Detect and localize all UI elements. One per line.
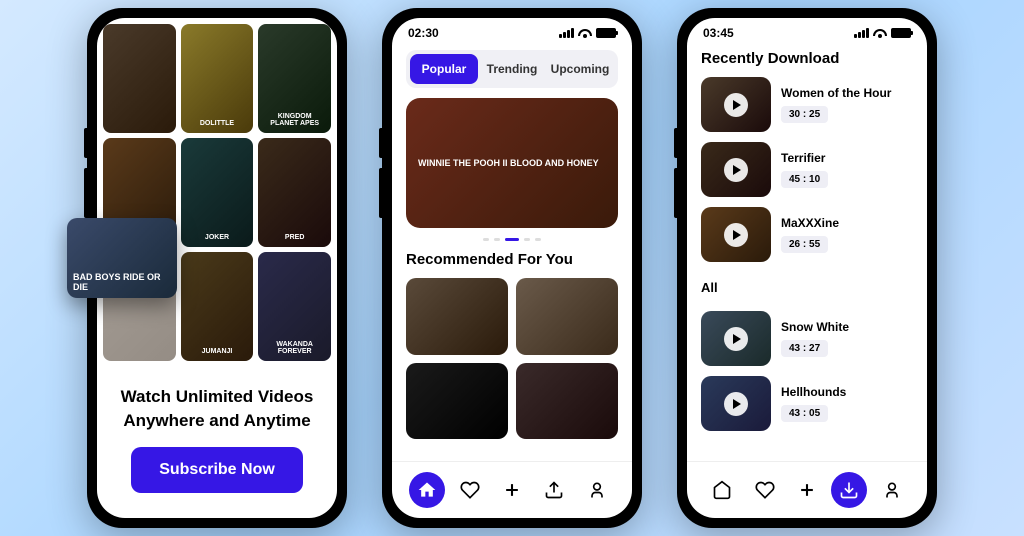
play-icon [724, 93, 748, 117]
movie-poster[interactable]: JUMANJI [181, 252, 254, 361]
play-icon [724, 327, 748, 351]
movie-poster[interactable] [103, 24, 176, 133]
category-tabs: Popular Trending Upcoming [406, 50, 618, 88]
recommended-item[interactable] [516, 363, 618, 440]
download-time: 43 : 27 [781, 340, 828, 357]
battery-icon [891, 28, 911, 38]
recommended-item[interactable] [516, 278, 618, 355]
movie-poster[interactable]: PRED [258, 138, 331, 247]
movie-poster[interactable]: JOKER [181, 138, 254, 247]
nav-profile-icon[interactable] [579, 472, 615, 508]
tab-trending[interactable]: Trending [478, 54, 546, 84]
download-item[interactable]: Snow White 43 : 27 [701, 311, 913, 366]
nav-download-icon[interactable] [536, 472, 572, 508]
phone-mockup-2: 02:30 Popular Trending Upcoming WINNIE T… [382, 8, 642, 528]
bottom-nav [687, 461, 927, 518]
dot[interactable] [505, 238, 519, 241]
recently-download-title: Recently Download [701, 50, 913, 67]
floating-poster: BAD BOYS RIDE OR DIE [67, 218, 177, 298]
status-bar: 03:45 [687, 18, 927, 44]
nav-add-icon[interactable] [789, 472, 825, 508]
nav-favorite-icon[interactable] [747, 472, 783, 508]
status-bar: 02:30 [392, 18, 632, 44]
recommended-item[interactable] [406, 363, 508, 440]
download-time: 30 : 25 [781, 106, 828, 123]
featured-banner[interactable]: WINNIE THE POOH II BLOOD AND HONEY [406, 98, 618, 228]
all-label: All [701, 280, 913, 295]
download-item[interactable]: MaXXXine 26 : 55 [701, 207, 913, 262]
nav-favorite-icon[interactable] [452, 472, 488, 508]
nav-download-icon[interactable] [831, 472, 867, 508]
tab-upcoming[interactable]: Upcoming [546, 54, 614, 84]
wifi-icon [578, 28, 592, 38]
phone-mockup-1: BAD BOYS RIDE OR DIE DOLITTLE KINGDOM PL… [87, 8, 347, 528]
recommended-item[interactable] [406, 278, 508, 355]
bottom-nav [392, 461, 632, 518]
download-time: 26 : 55 [781, 236, 828, 253]
dot[interactable] [494, 238, 500, 241]
download-title: MaXXXine [781, 216, 913, 230]
nav-home-icon[interactable] [704, 472, 740, 508]
movie-poster[interactable]: WAKANDA FOREVER [258, 252, 331, 361]
featured-title: WINNIE THE POOH II BLOOD AND HONEY [418, 158, 599, 169]
phone-mockup-3: 03:45 Recently Download Women of the Hou… [677, 8, 937, 528]
poster-grid: DOLITTLE KINGDOM PLANET APES EN JOKER PR… [97, 18, 337, 367]
download-item[interactable]: Hellhounds 43 : 05 [701, 376, 913, 431]
movie-poster[interactable]: KINGDOM PLANET APES [258, 24, 331, 133]
download-item[interactable]: Women of the Hour 30 : 25 [701, 77, 913, 132]
play-icon [724, 158, 748, 182]
nav-profile-icon[interactable] [874, 472, 910, 508]
nav-add-icon[interactable] [494, 472, 530, 508]
wifi-icon [873, 28, 887, 38]
status-time: 03:45 [703, 26, 734, 40]
battery-icon [596, 28, 616, 38]
signal-icon [854, 28, 869, 38]
signal-icon [559, 28, 574, 38]
carousel-dots [406, 238, 618, 241]
download-list: Women of the Hour 30 : 25 Terrifier 45 : 1… [701, 77, 913, 431]
download-title: Hellhounds [781, 385, 913, 399]
download-item[interactable]: Terrifier 45 : 10 [701, 142, 913, 197]
download-title: Terrifier [781, 151, 913, 165]
download-title: Snow White [781, 320, 913, 334]
tab-popular[interactable]: Popular [410, 54, 478, 84]
play-icon [724, 223, 748, 247]
subscribe-button[interactable]: Subscribe Now [131, 447, 303, 493]
hero-text: Watch Unlimited Videos Anywhere and Anyt… [97, 367, 337, 447]
download-time: 43 : 05 [781, 405, 828, 422]
play-icon [724, 392, 748, 416]
download-time: 45 : 10 [781, 171, 828, 188]
movie-poster[interactable]: DOLITTLE [181, 24, 254, 133]
status-time: 02:30 [408, 26, 439, 40]
download-title: Women of the Hour [781, 86, 913, 100]
recommended-grid [406, 278, 618, 439]
nav-home-icon[interactable] [409, 472, 445, 508]
dot[interactable] [535, 238, 541, 241]
dot[interactable] [524, 238, 530, 241]
dot[interactable] [483, 238, 489, 241]
recommended-title: Recommended For You [406, 251, 618, 268]
